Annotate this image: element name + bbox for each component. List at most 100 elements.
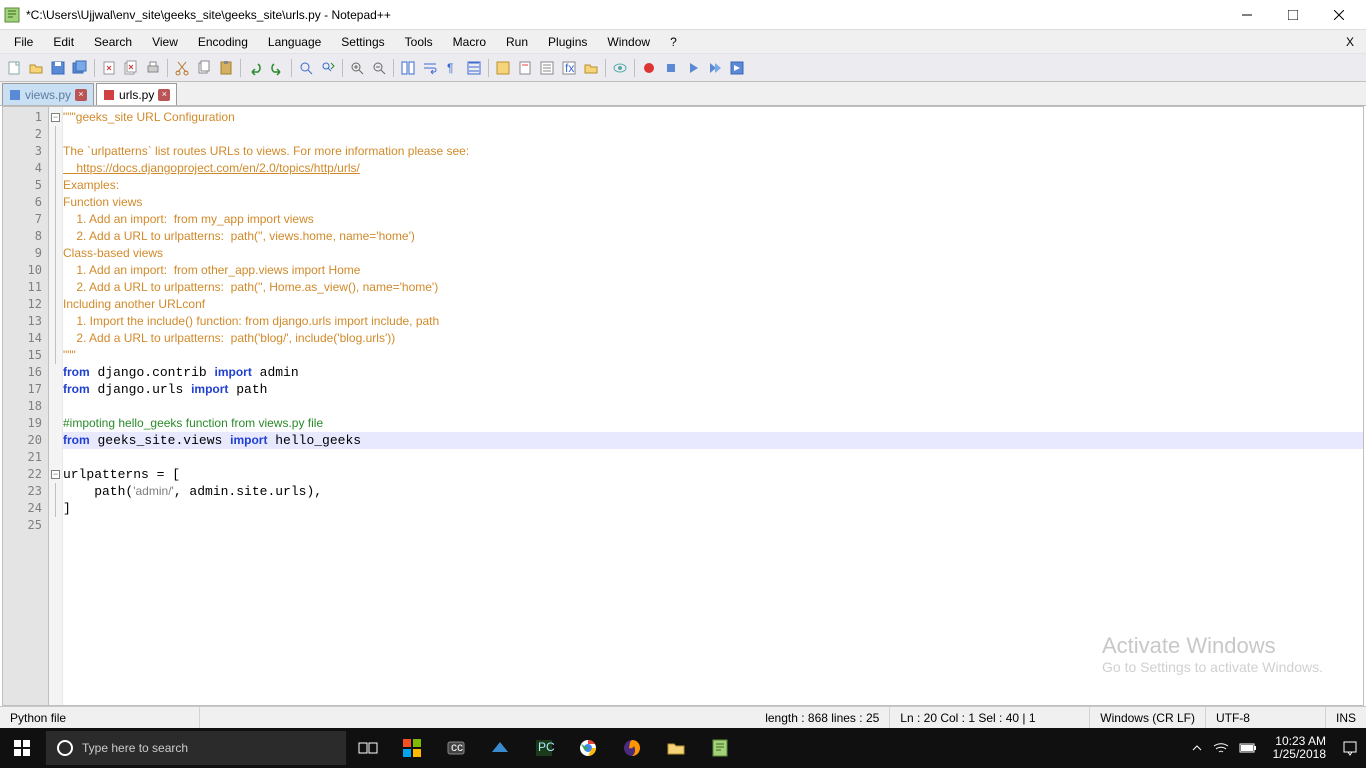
menu-view[interactable]: View [142,33,188,51]
save-icon[interactable] [48,58,68,78]
func-list-icon[interactable]: fx [559,58,579,78]
folder-panel-icon[interactable] [581,58,601,78]
menu-plugins[interactable]: Plugins [538,33,597,51]
doc-list-icon[interactable] [537,58,557,78]
titlebar: *C:\Users\Ujjwal\env_site\geeks_site\gee… [0,0,1366,30]
search-placeholder: Type here to search [82,741,188,755]
menu-tools[interactable]: Tools [395,33,443,51]
window-title: *C:\Users\Ujjwal\env_site\geeks_site\gee… [26,8,1224,22]
status-encoding: UTF-8 [1206,707,1326,728]
close-button[interactable] [1316,0,1362,30]
monitor-icon[interactable] [610,58,630,78]
menu-run[interactable]: Run [496,33,538,51]
close-all-icon[interactable] [121,58,141,78]
show-all-chars-icon[interactable]: ¶ [442,58,462,78]
tray-clock[interactable]: 10:23 AM 1/25/2018 [1267,735,1332,761]
taskbar-firefox[interactable] [610,728,654,768]
svg-text:PC: PC [538,740,554,754]
word-wrap-icon[interactable] [420,58,440,78]
zoom-in-icon[interactable] [347,58,367,78]
task-view-icon[interactable] [346,728,390,768]
taskbar-pycharm[interactable]: PC [522,728,566,768]
status-eol: Windows (CR LF) [1090,707,1206,728]
taskbar-file-explorer[interactable] [654,728,698,768]
tray-notifications-icon[interactable] [1342,740,1358,756]
editor[interactable]: 1234567891011121314151617181920212223242… [2,106,1364,706]
tray-battery-icon[interactable] [1239,742,1257,754]
undo-icon[interactable] [245,58,265,78]
minimize-button[interactable] [1224,0,1270,30]
tabbar: views.py × urls.py × [0,82,1366,106]
watermark-title: Activate Windows [1102,633,1323,659]
paste-icon[interactable] [216,58,236,78]
user-lang-icon[interactable] [493,58,513,78]
menubar: File Edit Search View Encoding Language … [0,30,1366,54]
menu-macro[interactable]: Macro [443,33,496,51]
find-icon[interactable] [296,58,316,78]
record-macro-icon[interactable] [639,58,659,78]
toolbar: ¶ fx [0,54,1366,82]
copy-icon[interactable] [194,58,214,78]
save-macro-icon[interactable] [727,58,747,78]
svg-text:fx: fx [565,61,574,75]
taskbar-app-1[interactable] [390,728,434,768]
menu-language[interactable]: Language [258,33,331,51]
svg-text:¶: ¶ [447,61,453,75]
tab-views-py[interactable]: views.py × [2,83,94,105]
tray-chevron-icon[interactable] [1191,742,1203,754]
new-file-icon[interactable] [4,58,24,78]
stop-macro-icon[interactable] [661,58,681,78]
menu-search[interactable]: Search [84,33,142,51]
tab-label: views.py [25,88,71,102]
tab-close-icon[interactable]: × [158,89,170,101]
status-length: length : 868 lines : 25 [755,707,890,728]
windows-taskbar: Type here to search cc PC 10:23 AM 1/25/… [0,728,1366,768]
taskbar-app-3[interactable] [478,728,522,768]
code-area[interactable]: """geeks_site URL Configuration The `url… [63,107,1363,705]
statusbar: Python file length : 868 lines : 25 Ln :… [0,706,1366,728]
cortana-icon [56,739,74,757]
zoom-out-icon[interactable] [369,58,389,78]
menu-help[interactable]: ? [660,33,687,51]
play-multi-icon[interactable] [705,58,725,78]
redo-icon[interactable] [267,58,287,78]
menu-window[interactable]: Window [597,33,660,51]
watermark-subtitle: Go to Settings to activate Windows. [1102,659,1323,675]
play-macro-icon[interactable] [683,58,703,78]
save-all-icon[interactable] [70,58,90,78]
status-position: Ln : 20 Col : 1 Sel : 40 | 1 [890,707,1090,728]
status-filetype: Python file [0,707,200,728]
taskbar-app-2[interactable]: cc [434,728,478,768]
menu-edit[interactable]: Edit [43,33,84,51]
start-button[interactable] [0,728,44,768]
app-icon [4,7,20,23]
tab-urls-py[interactable]: urls.py × [96,83,177,105]
svg-text:cc: cc [451,740,463,754]
status-insert-mode: INS [1326,707,1366,728]
fold-column: −− [49,107,63,705]
file-icon [9,89,21,101]
replace-icon[interactable] [318,58,338,78]
tab-label: urls.py [119,88,154,102]
menu-file[interactable]: File [4,33,43,51]
open-file-icon[interactable] [26,58,46,78]
doc-map-icon[interactable] [515,58,535,78]
system-tray: 10:23 AM 1/25/2018 [1183,735,1366,761]
menu-encoding[interactable]: Encoding [188,33,258,51]
clock-date: 1/25/2018 [1273,748,1326,761]
menu-settings[interactable]: Settings [331,33,394,51]
indent-guide-icon[interactable] [464,58,484,78]
sync-scroll-icon[interactable] [398,58,418,78]
taskbar-chrome[interactable] [566,728,610,768]
maximize-button[interactable] [1270,0,1316,30]
taskbar-search[interactable]: Type here to search [46,731,346,765]
taskbar-notepadpp[interactable] [698,728,742,768]
menubar-close-x[interactable]: X [1346,35,1362,49]
close-icon[interactable] [99,58,119,78]
line-number-gutter: 1234567891011121314151617181920212223242… [3,107,49,705]
tab-close-icon[interactable]: × [75,89,87,101]
tray-wifi-icon[interactable] [1213,741,1229,755]
activate-windows-watermark: Activate Windows Go to Settings to activ… [1102,633,1323,675]
print-icon[interactable] [143,58,163,78]
cut-icon[interactable] [172,58,192,78]
